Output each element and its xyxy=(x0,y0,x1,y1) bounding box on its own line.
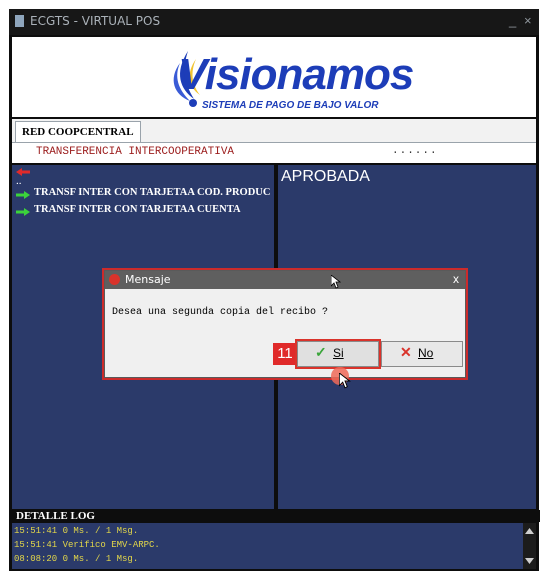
menu-arrow-icon xyxy=(16,191,30,199)
step-number-badge: 11 xyxy=(273,343,297,365)
dialog-title: Mensaje xyxy=(125,273,171,286)
logo-wordmark: Visionamos xyxy=(178,50,414,99)
log-line: 15:51:41 0 Ms. / 1 Msg. xyxy=(14,526,139,536)
transaction-title: TRANSFERENCIA INTERCOOPERATIVA xyxy=(36,146,235,158)
cross-icon: ✕ xyxy=(400,344,412,360)
confirm-dialog: Mensaje x Desea una segunda copia del re… xyxy=(104,270,466,389)
log-line: 08:08:20 0 Ms. / 1 Msg. xyxy=(14,554,139,564)
dialog-title-bar: Mensaje x xyxy=(105,271,465,289)
transaction-status: APROBADA xyxy=(281,168,370,185)
log-line: 15:51:41 Verifico EMV-ARPC. xyxy=(14,540,160,550)
mouse-cursor-icon xyxy=(339,373,351,389)
logo-tagline: SISTEMA DE PAGO DE BAJO VALOR xyxy=(202,100,379,111)
log-scrollbar[interactable] xyxy=(523,523,536,569)
transaction-header: TRANSFERENCIA INTERCOOPERATIVA ...... xyxy=(12,143,536,163)
dialog-message: Desea una segunda copia del recibo ? xyxy=(112,307,329,318)
mouse-cursor-icon xyxy=(331,275,341,289)
checkmark-icon: ✓ xyxy=(315,344,327,360)
menu-item-transf-cod-producto[interactable]: TRANSF INTER CON TARJETAA COD. PRODUC xyxy=(34,187,270,198)
menu-item-transf-cuenta[interactable]: TRANSF INTER CON TARJETAA CUENTA xyxy=(34,204,241,215)
logo-banner: Visionamos SISTEMA DE PAGO DE BAJO VALOR xyxy=(12,37,536,117)
log-area: 15:51:41 0 Ms. / 1 Msg. 15:51:41 Verific… xyxy=(12,523,536,569)
no-button[interactable]: ✕ No xyxy=(381,341,463,367)
app-icon xyxy=(15,15,24,27)
dialog-close-button[interactable]: x xyxy=(453,272,459,286)
minimize-button[interactable]: _ xyxy=(509,13,516,28)
log-label: DETALLE LOG xyxy=(12,510,540,522)
title-bar: ECGTS - VIRTUAL POS _ × xyxy=(9,9,539,35)
back-item-label[interactable]: .. xyxy=(16,175,22,187)
scroll-up-icon[interactable] xyxy=(523,526,536,536)
window-title: ECGTS - VIRTUAL POS xyxy=(30,14,161,28)
scroll-down-icon[interactable] xyxy=(523,556,536,566)
tab-red-coopcentral[interactable]: RED COOPCENTRAL xyxy=(15,121,141,142)
menu-arrow-icon xyxy=(16,208,30,216)
transaction-indicator: ...... xyxy=(392,145,438,157)
yes-button[interactable]: ✓ Si xyxy=(297,341,379,367)
dialog-app-icon xyxy=(109,274,120,285)
tab-strip: RED COOPCENTRAL xyxy=(12,119,536,143)
close-button[interactable]: × xyxy=(524,13,532,28)
no-button-label: No xyxy=(418,346,434,360)
yes-button-label: Si xyxy=(333,346,344,360)
